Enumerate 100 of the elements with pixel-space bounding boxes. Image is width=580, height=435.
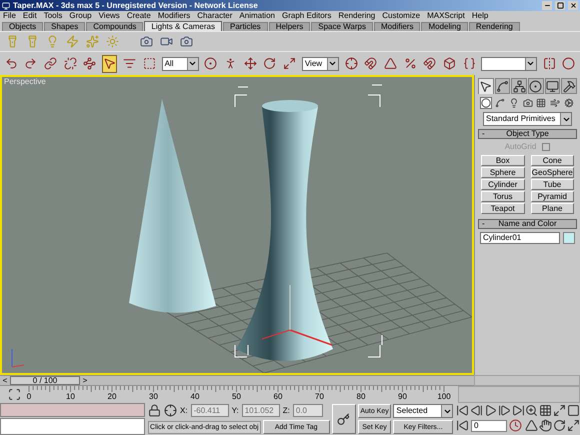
- category-button[interactable]: [563, 97, 575, 109]
- lock-icon[interactable]: [148, 404, 162, 417]
- menu-item[interactable]: Create: [126, 12, 151, 20]
- tool-button[interactable]: [102, 54, 118, 72]
- tool-button[interactable]: [204, 54, 218, 72]
- script-listener-field[interactable]: [0, 403, 146, 417]
- coordinate-field[interactable]: 0.0: [292, 404, 323, 417]
- rollout-header[interactable]: - Name and Color: [478, 219, 577, 229]
- dropdown[interactable]: View: [302, 56, 339, 70]
- selection-icon[interactable]: [164, 404, 178, 417]
- tool-button[interactable]: [422, 54, 438, 72]
- tool-button[interactable]: [363, 54, 378, 72]
- name-field[interactable]: Cylinder01: [480, 232, 560, 244]
- tab[interactable]: Shapes: [44, 22, 86, 31]
- tool-button[interactable]: [442, 54, 457, 72]
- tab[interactable]: Modeling: [421, 22, 468, 31]
- tool-button[interactable]: [242, 54, 258, 72]
- dropdown[interactable]: [481, 56, 537, 70]
- dropdown[interactable]: Selected: [393, 404, 453, 418]
- menu-item[interactable]: Group: [69, 12, 92, 20]
- next-frame-icon[interactable]: [498, 404, 511, 417]
- go-to-end-icon[interactable]: [512, 404, 525, 417]
- go-to-frame-icon[interactable]: [456, 419, 469, 432]
- orbit-icon[interactable]: [553, 419, 566, 432]
- menu-item[interactable]: Modifiers: [158, 12, 190, 20]
- tab[interactable]: Helpers: [268, 22, 310, 31]
- coordinate-field[interactable]: -60.411: [190, 404, 229, 417]
- category-button[interactable]: [535, 97, 548, 109]
- menu-item[interactable]: Views: [98, 12, 120, 20]
- panel-tab[interactable]: [494, 78, 510, 94]
- menu-item[interactable]: Help: [472, 12, 488, 20]
- close-button[interactable]: [568, 1, 578, 10]
- tab[interactable]: Space Warps: [311, 22, 373, 31]
- tool-button[interactable]: [344, 54, 358, 72]
- menu-item[interactable]: Tools: [44, 12, 62, 20]
- tab[interactable]: Rendering: [468, 22, 520, 31]
- play-icon[interactable]: [484, 404, 497, 417]
- previous-button[interactable]: <: [0, 376, 10, 385]
- menu-item[interactable]: Customize: [382, 12, 420, 20]
- category-button[interactable]: [480, 97, 492, 109]
- panel-tab[interactable]: [511, 78, 528, 94]
- menu-item[interactable]: Graph Editors: [282, 12, 332, 20]
- primitive-button[interactable]: GeoSphere: [530, 167, 574, 178]
- primitive-button[interactable]: Teapot: [481, 203, 524, 214]
- minimize-button[interactable]: [542, 1, 552, 10]
- tool-button[interactable]: [82, 54, 98, 72]
- go-to-start-icon[interactable]: [456, 404, 469, 417]
- script-input-field[interactable]: [0, 418, 146, 435]
- time-slider-thumb[interactable]: 0 / 100: [10, 376, 80, 385]
- tab[interactable]: Objects: [2, 22, 44, 31]
- time-slider-track[interactable]: < 0 / 100 >: [0, 375, 474, 386]
- tab[interactable]: Lights & Cameras: [144, 21, 222, 31]
- dropdown[interactable]: Standard Primitives: [483, 112, 572, 126]
- menu-item[interactable]: Edit: [22, 12, 37, 20]
- menu-item[interactable]: Character: [197, 12, 232, 20]
- coordinate-field[interactable]: 101.052: [242, 404, 280, 417]
- previous-frame-icon[interactable]: [470, 404, 483, 417]
- tool-button[interactable]: [62, 54, 78, 72]
- tool-button[interactable]: [542, 54, 556, 72]
- tool-button[interactable]: [43, 54, 58, 72]
- category-button[interactable]: [494, 97, 506, 109]
- primitive-button[interactable]: Box: [481, 155, 524, 166]
- primitive-button[interactable]: Torus: [481, 191, 524, 202]
- tool-button[interactable]: [561, 54, 576, 72]
- panel-tab[interactable]: [561, 78, 578, 94]
- menu-item[interactable]: Animation: [239, 12, 275, 20]
- primitive-button[interactable]: Pyramid: [530, 191, 574, 202]
- camera-icon[interactable]: [140, 35, 153, 48]
- tab[interactable]: Modifiers: [374, 22, 420, 31]
- panel-tab[interactable]: [478, 78, 494, 94]
- video-camera-icon[interactable]: [160, 35, 173, 48]
- key-button[interactable]: [332, 404, 356, 434]
- zoom-icon[interactable]: [525, 404, 538, 417]
- dropdown[interactable]: All: [162, 56, 199, 70]
- primitive-button[interactable]: Cylinder: [481, 179, 524, 190]
- clock-icon[interactable]: [509, 419, 522, 432]
- menu-item[interactable]: Rendering: [338, 12, 376, 20]
- frame-ruler[interactable]: [28, 386, 446, 393]
- tab[interactable]: Compounds: [86, 22, 144, 31]
- primitive-button[interactable]: Tube: [530, 179, 574, 190]
- pan-icon[interactable]: [539, 419, 552, 432]
- zoom-extents-icon[interactable]: [553, 404, 566, 417]
- menu-item[interactable]: File: [3, 12, 16, 20]
- category-button[interactable]: [522, 97, 534, 109]
- frame-field[interactable]: 0: [471, 420, 507, 432]
- panel-tab[interactable]: [528, 78, 544, 94]
- camera-icon[interactable]: [180, 35, 193, 48]
- maximize-icon[interactable]: [567, 419, 580, 432]
- rollout-header[interactable]: - Object Type: [478, 129, 577, 139]
- maximize-button[interactable]: [555, 1, 565, 10]
- next-button[interactable]: >: [80, 376, 90, 385]
- color-swatch[interactable]: [563, 232, 575, 244]
- primitive-button[interactable]: Plane: [530, 203, 574, 214]
- tab[interactable]: Particles: [223, 22, 268, 31]
- field-of-view-icon[interactable]: [525, 419, 538, 432]
- menu-item[interactable]: MAXScript: [427, 12, 465, 20]
- primitive-button[interactable]: Cone: [530, 155, 574, 166]
- panel-tab[interactable]: [544, 78, 560, 94]
- category-button[interactable]: [549, 97, 562, 109]
- primitive-button[interactable]: Sphere: [481, 167, 524, 178]
